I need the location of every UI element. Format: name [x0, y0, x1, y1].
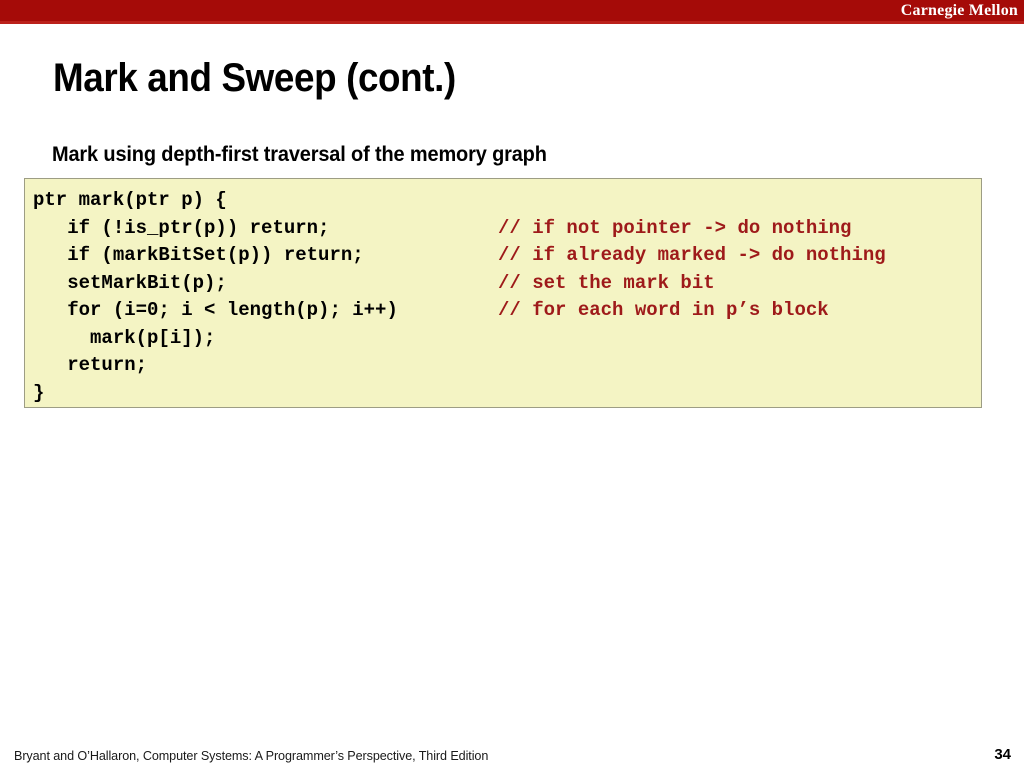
code-line-source: if (!is_ptr(p)) return;	[33, 216, 330, 239]
code-line-comment: // for each word in p’s block	[498, 299, 829, 321]
slide-subtitle: Mark using depth-first traversal of the …	[52, 143, 547, 166]
code-line-source: }	[33, 381, 45, 404]
code-line: if (markBitSet(p)) return; // if already …	[33, 242, 981, 270]
code-line: return;	[33, 352, 981, 380]
code-line-source: mark(p[i]);	[33, 326, 216, 349]
slide-canvas: Carnegie Mellon Mark and Sweep (cont.) M…	[0, 0, 1024, 768]
carnegie-mellon-brand-text: Carnegie Mellon	[900, 2, 1018, 19]
code-line: for (i=0; i < length(p); i++) // for each…	[33, 297, 981, 325]
code-line-source: setMarkBit(p);	[33, 271, 227, 294]
code-line: setMarkBit(p); // set the mark bit	[33, 270, 981, 298]
code-line-comment: // if not pointer -> do nothing	[498, 216, 852, 239]
code-line: if (!is_ptr(p)) return; // if not pointer…	[33, 215, 981, 243]
code-line: mark(p[i]);	[33, 325, 981, 353]
code-line-comment: // set the mark bit	[498, 271, 715, 294]
code-line: }	[33, 380, 981, 408]
code-block: ptr mark(ptr p) { if (!is_ptr(p)) return…	[24, 178, 982, 408]
code-line-source: return;	[33, 354, 148, 376]
code-line-source: for (i=0; i < length(p); i++)	[33, 299, 398, 321]
footer-page-number: 34	[994, 746, 1011, 763]
code-line-source: ptr mark(ptr p) {	[33, 189, 227, 211]
top-banner	[0, 0, 1024, 21]
top-banner-underline	[0, 21, 1024, 24]
code-line: ptr mark(ptr p) {	[33, 187, 981, 215]
code-listing: ptr mark(ptr p) { if (!is_ptr(p)) return…	[33, 187, 981, 407]
page-title: Mark and Sweep (cont.)	[53, 56, 456, 100]
footer-attribution: Bryant and O’Hallaron, Computer Systems:…	[14, 748, 489, 763]
code-line-comment: // if already marked -> do nothing	[498, 244, 886, 266]
code-line-source: if (markBitSet(p)) return;	[33, 244, 364, 266]
